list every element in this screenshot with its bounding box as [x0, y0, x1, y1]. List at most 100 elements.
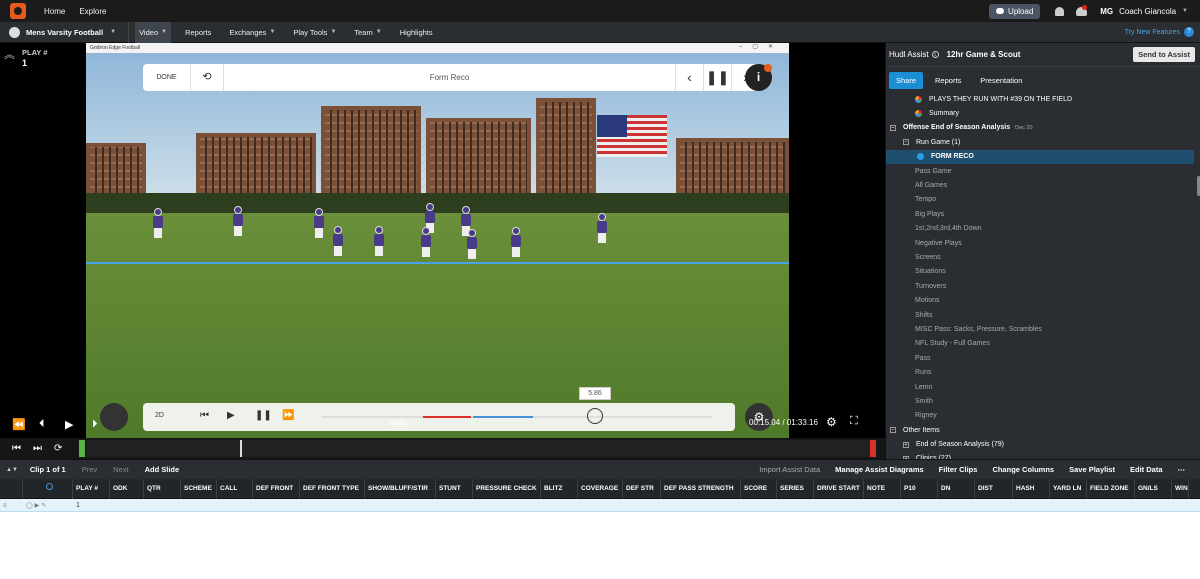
col-header[interactable]: CALL	[217, 478, 253, 499]
step-forward-icon[interactable]: ⏵	[92, 414, 98, 434]
video-player[interactable]: Gridiron Edge Football –▢✕ DONE ⟲ Form R…	[86, 43, 789, 438]
play-icon[interactable]: ▶	[65, 414, 73, 434]
tree-item[interactable]: Rigney	[886, 409, 1200, 423]
chevron-down-icon[interactable]: ▼	[110, 29, 116, 35]
menu-team[interactable]: Team ▼	[350, 22, 385, 43]
tree-item[interactable]: Situations	[886, 265, 1200, 279]
send-to-assist-button[interactable]: Send to Assist	[1133, 47, 1195, 62]
tree-subgroup[interactable]: + End of Season Analysis (79)	[886, 437, 1200, 451]
reset-icon[interactable]: ⟲	[191, 64, 224, 91]
tree-item[interactable]: Shifts	[886, 308, 1200, 322]
skip-start-icon[interactable]: ⏮	[12, 443, 21, 454]
col-header[interactable]: DEF FRONT	[253, 478, 300, 499]
col-header[interactable]: DRIVE START	[814, 478, 864, 499]
col-header[interactable]: NOTE	[864, 478, 901, 499]
import-assist-data-button[interactable]: Import Assist Data	[759, 465, 820, 474]
col-header[interactable]: DIST	[975, 478, 1013, 499]
prev-button[interactable]: Prev	[82, 465, 97, 474]
pause-icon[interactable]: ❚❚	[703, 64, 731, 91]
tree-item-selected[interactable]: FORM RECO	[886, 149, 1194, 164]
nav-explore-link[interactable]: Explore	[79, 7, 106, 16]
skip-start-icon[interactable]: ⏮	[200, 410, 209, 421]
tab-share[interactable]: Share	[889, 71, 924, 89]
col-header[interactable]: P10	[901, 478, 938, 499]
record-camera-icon[interactable]	[100, 403, 128, 431]
tree-item[interactable]: PLAYS THEY RUN WITH #39 ON THE FIELD	[886, 92, 1200, 106]
fullscreen-icon[interactable]: ⛶	[850, 415, 858, 428]
tree-group[interactable]: − Other Items	[886, 423, 1200, 437]
rewind-icon[interactable]: ⏪	[12, 414, 26, 434]
menu-highlights[interactable]: Highlights	[396, 22, 437, 43]
tree-item[interactable]: All Games	[886, 178, 1200, 192]
menu-exchanges[interactable]: Exchanges ▼	[225, 22, 279, 43]
tree-item[interactable]: Turnovers	[886, 279, 1200, 293]
undo-button[interactable]: Undo	[389, 420, 407, 427]
tree-item[interactable]: Tempo	[886, 193, 1200, 207]
tree-item[interactable]: Big Plays	[886, 207, 1200, 221]
table-row[interactable]: ≡ ◯ ▶ ✎ 1	[0, 499, 1200, 512]
col-header[interactable]: QTR	[144, 478, 181, 499]
timeline-playhead[interactable]	[240, 440, 242, 457]
col-header[interactable]: FIELD ZONE	[1087, 478, 1135, 499]
team-name[interactable]: Mens Varsity Football	[26, 28, 103, 37]
help-icon[interactable]: ?	[1184, 27, 1194, 37]
play-icon[interactable]: ▶	[35, 503, 40, 509]
next-button[interactable]: Next	[113, 465, 128, 474]
timeline-start-marker[interactable]	[79, 440, 85, 457]
tree-item[interactable]: Smith	[886, 394, 1200, 408]
tree-item[interactable]: MISC Pass: Sacks, Pressure, Scrambles	[886, 322, 1200, 336]
save-playlist-button[interactable]: Save Playlist	[1069, 465, 1115, 474]
skip-end-icon[interactable]: ⏭	[33, 443, 42, 454]
tab-reports[interactable]: Reports	[928, 72, 968, 89]
timeline-track[interactable]	[86, 440, 870, 457]
more-options-icon[interactable]: ⋯	[1178, 465, 1186, 474]
previous-icon[interactable]: ‹	[675, 64, 703, 91]
try-new-features-link[interactable]: Try New Features	[1125, 29, 1180, 36]
info-icon[interactable]: i	[931, 51, 939, 58]
col-header[interactable]: SHOW/BLUFF/STIR	[365, 478, 436, 499]
collapse-icon[interactable]: −	[890, 124, 896, 131]
col-header[interactable]: COVERAGE	[578, 478, 623, 499]
info-button[interactable]: i	[745, 64, 772, 91]
tree-item[interactable]: Motions	[886, 293, 1200, 307]
col-header[interactable]: DEF PASS STRENGTH	[661, 478, 741, 499]
col-header[interactable]: SCHEME	[181, 478, 217, 499]
cell-play-number[interactable]: 1	[73, 499, 110, 512]
notifications-bell-icon[interactable]	[1052, 4, 1066, 18]
filter-clips-button[interactable]: Filter Clips	[939, 465, 978, 474]
chevron-down-icon[interactable]: ▼	[1182, 8, 1188, 14]
fast-forward-icon[interactable]: ⏩	[282, 410, 294, 421]
pause-icon[interactable]: ❚❚	[255, 410, 272, 421]
expand-icon[interactable]: +	[903, 441, 909, 448]
col-header[interactable]: PLAY #	[73, 478, 110, 499]
user-name[interactable]: Coach Giancola	[1119, 7, 1176, 16]
tab-presentation[interactable]: Presentation	[973, 72, 1029, 89]
settings-gear-icon[interactable]: ⚙	[826, 415, 837, 429]
step-play-icon[interactable]: ▶	[227, 410, 235, 421]
col-header[interactable]: SERIES	[777, 478, 814, 499]
timeline-end-marker[interactable]	[870, 440, 876, 457]
add-slide-button[interactable]: Add Slide	[145, 465, 180, 474]
tree-item[interactable]: Runs	[886, 365, 1200, 379]
col-header[interactable]: STUNT	[436, 478, 473, 499]
tree-group[interactable]: − Offense End of Season Analysis Dec 20	[886, 121, 1200, 135]
col-header[interactable]: PRESSURE CHECK	[473, 478, 541, 499]
col-header[interactable]: SCORE	[741, 478, 777, 499]
col-header[interactable]: DEF FRONT TYPE	[300, 478, 365, 499]
edit-data-button[interactable]: Edit Data	[1130, 465, 1163, 474]
collapse-icon[interactable]: −	[890, 427, 896, 434]
user-avatar[interactable]: MG	[1100, 7, 1113, 16]
menu-reports[interactable]: Reports	[181, 22, 215, 43]
tree-item[interactable]: NFL Study - Full Games	[886, 337, 1200, 351]
done-button[interactable]: DONE	[143, 64, 191, 91]
team-helmet-icon[interactable]	[1074, 4, 1088, 18]
manage-assist-diagrams-button[interactable]: Manage Assist Diagrams	[835, 465, 924, 474]
tree-item[interactable]: Negative Plays	[886, 236, 1200, 250]
col-header[interactable]: GN/LS	[1135, 478, 1172, 499]
2d-toggle-button[interactable]: 2D	[155, 412, 164, 419]
col-header[interactable]: BLITZ	[541, 478, 578, 499]
collapse-icon[interactable]: −	[903, 139, 909, 146]
change-columns-button[interactable]: Change Columns	[992, 465, 1054, 474]
nav-home-link[interactable]: Home	[44, 7, 65, 16]
tree-item[interactable]: 1st,2nd,3rd,4th Down	[886, 222, 1200, 236]
